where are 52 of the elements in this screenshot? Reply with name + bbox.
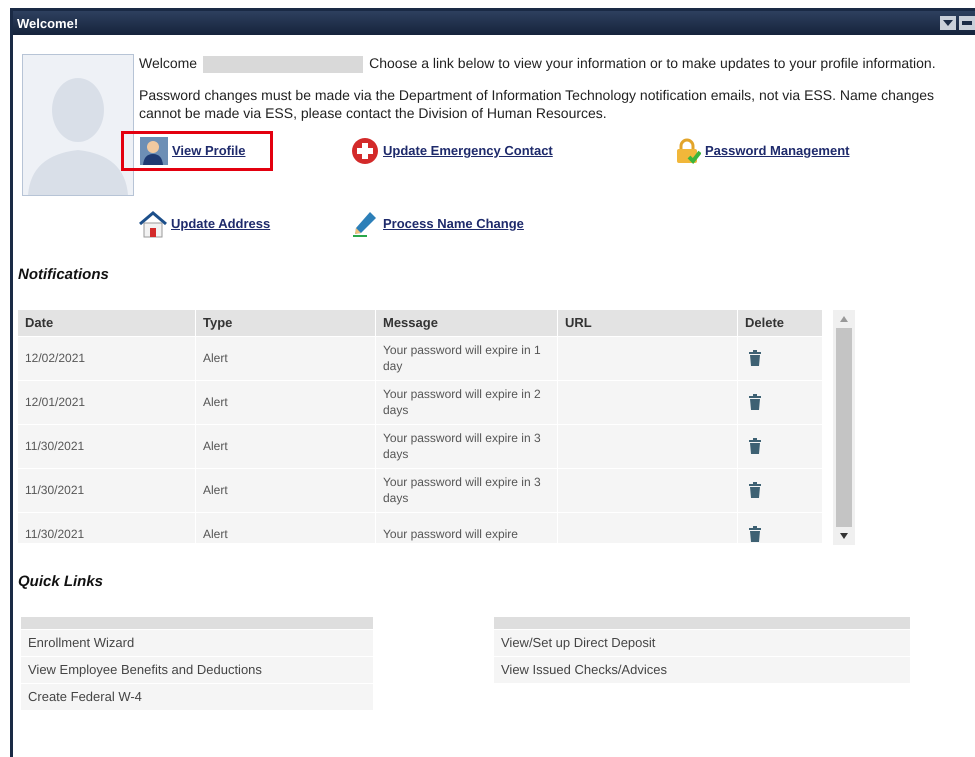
person-icon (140, 136, 168, 165)
column-header: URL (558, 310, 738, 336)
table-cell: Alert (196, 380, 376, 424)
profile-link[interactable]: Process Name Change (333, 204, 551, 244)
minus-icon (962, 21, 972, 25)
quick-link[interactable]: View Employee Benefits and Deductions (21, 656, 373, 683)
table-cell: Your password will expire (376, 512, 558, 543)
column-header: Message (376, 310, 558, 336)
table-cell: Your password will expire in 3 days (376, 468, 558, 512)
column-header: Date (18, 310, 196, 336)
quick-link[interactable]: Create Federal W-4 (21, 682, 373, 710)
delete-icon[interactable] (747, 525, 763, 543)
cross-icon (351, 136, 379, 165)
table-cell: Alert (196, 424, 376, 468)
intro-text: Welcome Choose a link below to view your information or to make updates to your profile information. (139, 54, 937, 73)
quick-link[interactable]: Enrollment Wizard (21, 628, 373, 656)
profile-link[interactable]: Update Emergency Contact (333, 130, 580, 171)
quick-link[interactable]: View/Set up Direct Deposit (494, 628, 910, 656)
column-header: Type (196, 310, 376, 336)
section-heading: Quick Links (18, 572, 104, 590)
column-header: Delete (738, 310, 823, 336)
avatar-icon (22, 54, 134, 196)
delete-icon[interactable] (747, 393, 763, 412)
table-cell: 11/30/2021 (18, 468, 196, 512)
scroll-down-icon[interactable] (840, 532, 848, 539)
collapse-button[interactable] (940, 16, 956, 30)
profile-link[interactable]: Password Management (655, 130, 876, 171)
table-cell: Alert (196, 512, 376, 543)
table-cell: 11/30/2021 (18, 424, 196, 468)
minimize-button[interactable] (959, 16, 975, 30)
table-cell: Your password will expire in 2 days (376, 380, 558, 424)
profile-link[interactable]: Update Address (121, 204, 298, 244)
table-cell: 12/02/2021 (18, 336, 196, 380)
scroll-thumb[interactable] (836, 328, 852, 527)
window-title: Welcome! (17, 16, 78, 30)
table-cell: 12/01/2021 (18, 380, 196, 424)
caret-icon (943, 20, 953, 26)
section-heading: Notifications (18, 266, 110, 283)
table-cell: Your password will expire in 1 day (376, 336, 558, 380)
table-cell: Alert (196, 468, 376, 512)
quick-link[interactable]: View Issued Checks/Advices (494, 656, 910, 683)
profile-link[interactable]: View Profile (121, 130, 274, 171)
delete-icon[interactable] (747, 437, 763, 456)
house-icon (139, 210, 167, 238)
delete-icon[interactable] (747, 481, 763, 500)
table-cell: Your password will expire in 3 days (376, 424, 558, 468)
scrollbar[interactable] (833, 310, 855, 545)
delete-icon[interactable] (747, 349, 763, 368)
pencil-icon (351, 210, 379, 238)
notice-text: Password changes must be made via the Department of Information Technology notification emails, not via ESS. Name changes cannot be made via ESS, please contact the Division of Human Resources. (139, 86, 936, 122)
table-cell: Alert (196, 336, 376, 380)
table-cell: 11/30/2021 (18, 512, 196, 543)
